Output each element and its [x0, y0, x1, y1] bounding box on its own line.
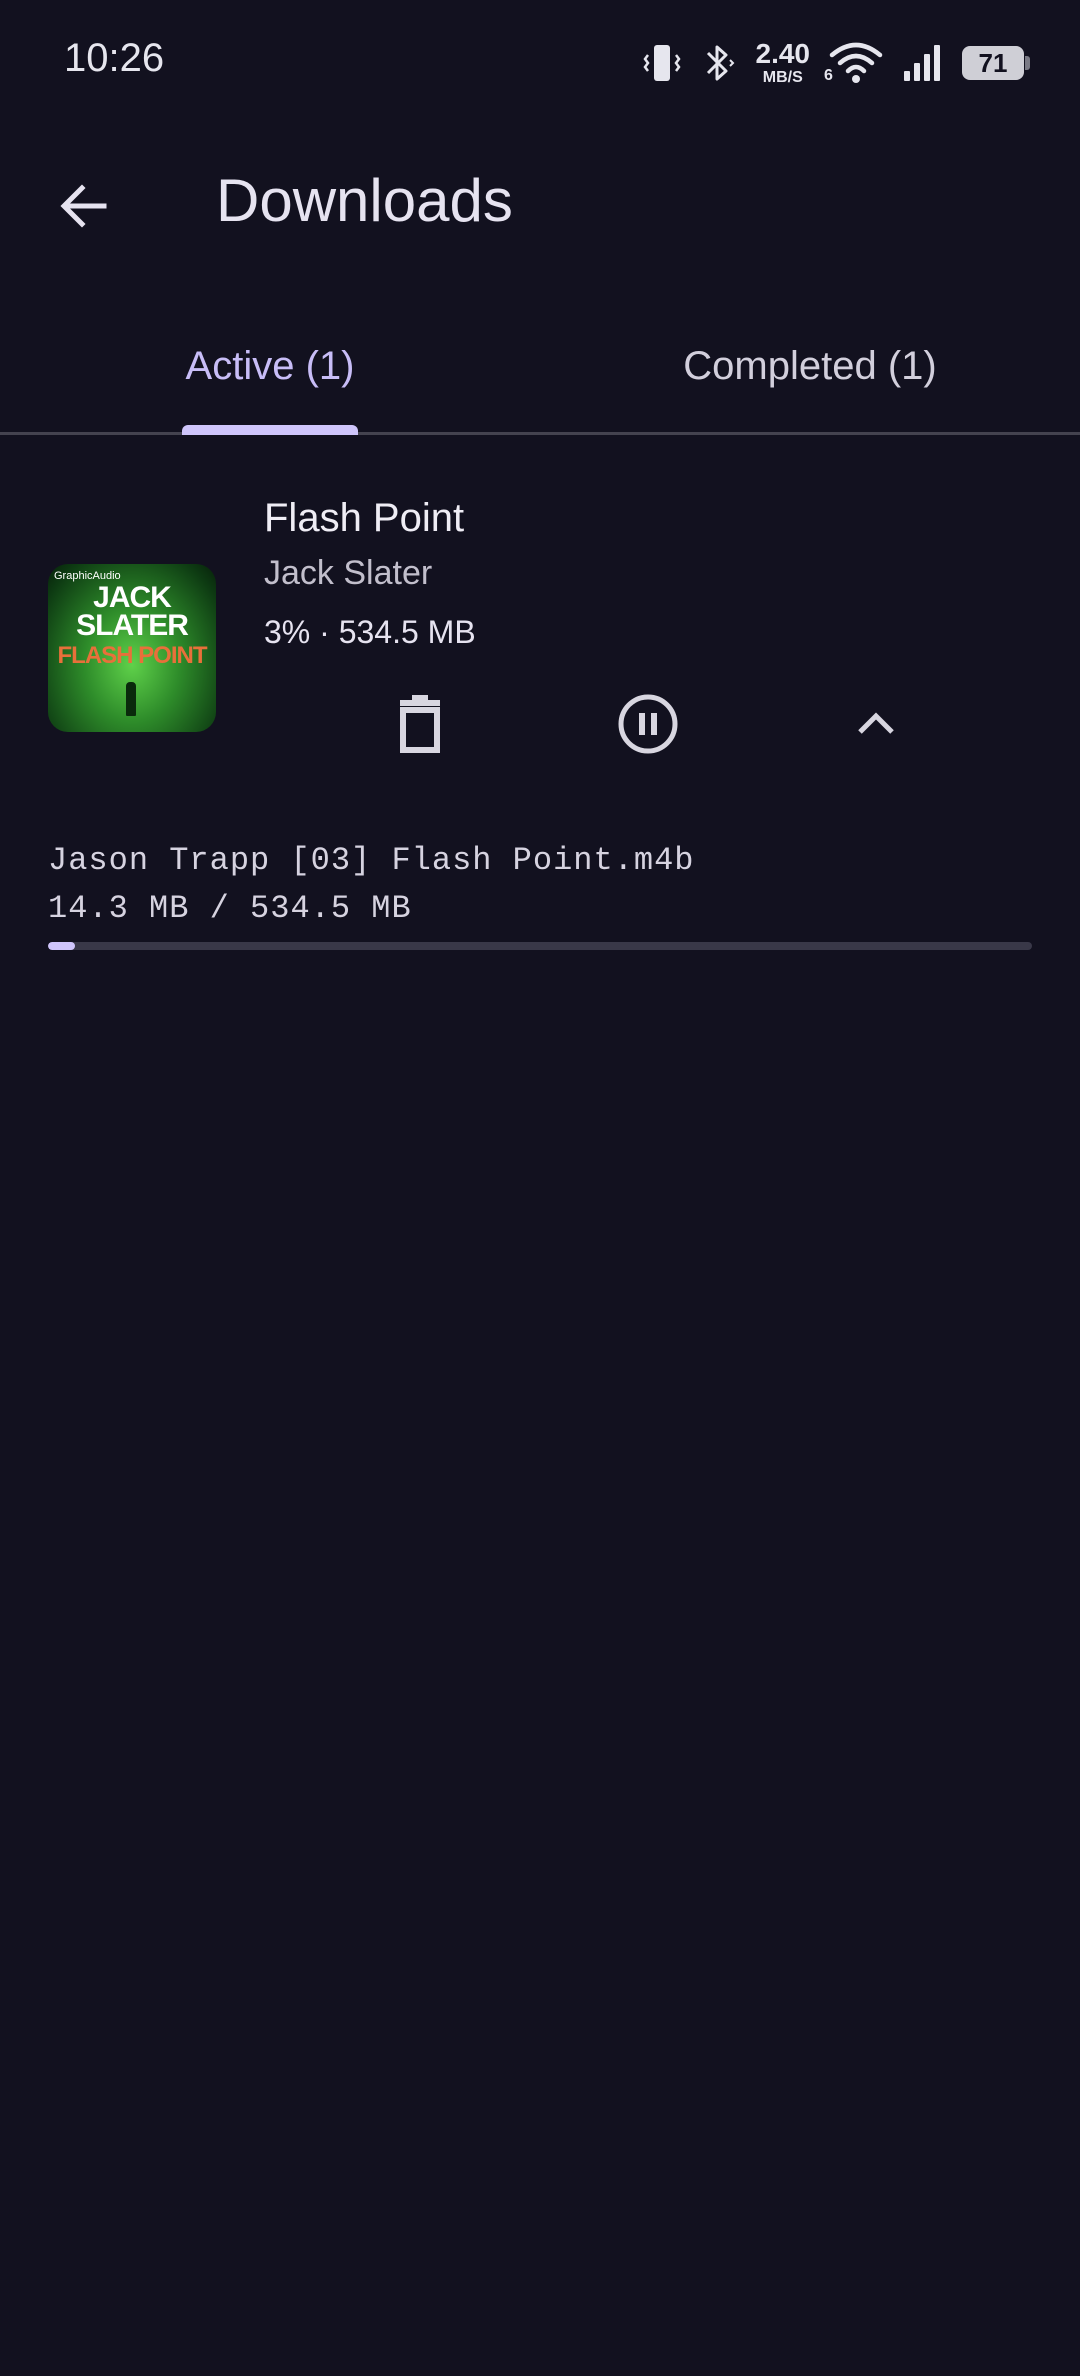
wifi-indicator: 6 [824, 41, 884, 85]
file-progress-fill [48, 942, 75, 950]
network-speed-unit: MB/S [762, 69, 803, 86]
back-button[interactable] [46, 170, 122, 246]
cover-title: FLASH POINT [57, 642, 208, 669]
pause-circle-icon [616, 692, 680, 760]
trash-icon [396, 694, 444, 758]
status-time: 10:26 [64, 36, 165, 80]
file-progress-bar [48, 942, 1032, 950]
book-cover: GraphicAudio JACK SLATER FLASH POINT [48, 564, 216, 732]
status-bar: 10:26 2.40 MB/S 6 71 [0, 0, 1080, 126]
wifi-icon [828, 41, 884, 85]
cover-author: JACK SLATER [76, 581, 189, 642]
pause-button[interactable] [608, 686, 688, 766]
arrow-back-icon [56, 178, 112, 238]
download-title: Flash Point [264, 496, 465, 540]
tab-active[interactable]: Active (1) [0, 300, 540, 432]
file-name: Jason Trapp [03] Flash Point.m4b [48, 842, 695, 879]
tab-bar: Active (1) Completed (1) [0, 300, 1080, 435]
battery-level: 71 [978, 47, 1008, 78]
download-author: Jack Slater [264, 554, 433, 592]
battery-icon: 71 [962, 46, 1030, 80]
network-speed: 2.40 MB/S [756, 40, 811, 86]
download-progress-text: 3% · 534.5 MB [264, 614, 476, 650]
delete-button[interactable] [380, 686, 460, 766]
tab-indicator [182, 425, 358, 435]
network-speed-value: 2.40 [755, 38, 811, 69]
file-size: 14.3 MB / 534.5 MB [48, 890, 412, 927]
wifi-generation: 6 [824, 67, 833, 84]
tab-completed[interactable]: Completed (1) [540, 300, 1080, 432]
cover-figure [126, 682, 136, 716]
app-bar: Downloads [0, 126, 1080, 282]
signal-icon [902, 43, 944, 83]
download-item[interactable]: GraphicAudio JACK SLATER FLASH POINT Fla… [0, 480, 1080, 960]
bluetooth-icon [700, 41, 738, 85]
status-icons: 2.40 MB/S 6 71 [642, 38, 1030, 88]
chevron-up-icon [852, 700, 900, 752]
collapse-button[interactable] [836, 686, 916, 766]
page-title: Downloads [216, 167, 513, 234]
vibrate-icon [642, 41, 682, 85]
